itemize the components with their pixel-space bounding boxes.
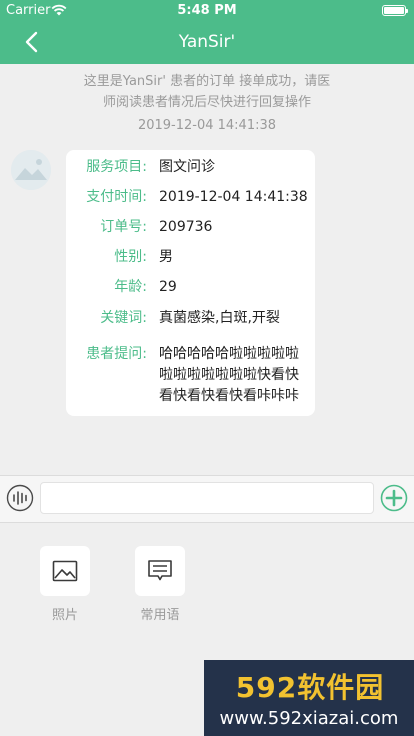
photo-tile[interactable]	[40, 546, 90, 596]
keywords-value: 真菌感染,白斑,开裂	[159, 310, 280, 326]
system-notice: 这里是YanSir' 患者的订单 接单成功，请医 师阅读患者情况后尽快进行回复操…	[60, 71, 354, 136]
message-icon	[148, 560, 172, 581]
photo-icon	[52, 560, 78, 582]
watermark: 592软件园 www.592xiazai.com	[204, 660, 414, 736]
pay-time-value: 2019-12-04 14:41:38	[159, 189, 308, 205]
common-phrases-tile[interactable]	[135, 546, 185, 596]
notice-line-2: 师阅读患者情况后尽快进行回复操作	[102, 95, 311, 110]
common-phrases-label: 常用语	[140, 608, 180, 623]
gender-value: 男	[159, 249, 173, 265]
avatar-placeholder-icon	[11, 150, 51, 190]
service-value: 图文问诊	[159, 159, 215, 175]
voice-icon[interactable]	[6, 484, 34, 512]
avatar[interactable]	[11, 150, 51, 190]
question-value: 哈哈哈哈哈啦啦啦啦啦啦啦啦啦啦啦啦快看快看快看快看快看咔咔咔	[159, 346, 299, 404]
order-no-value: 209736	[159, 219, 213, 235]
order-card: 服务项目: 图文问诊 支付时间: 2019-12-04 14:41:38 订单号…	[66, 150, 315, 416]
notice-time: 2019-12-04 14:41:38	[137, 118, 277, 133]
common-phrases-button[interactable]: 常用语	[135, 546, 185, 623]
age-label: 年龄:	[114, 279, 147, 295]
status-time: 5:48 PM	[177, 3, 237, 18]
gender-label: 性别:	[114, 249, 147, 265]
age-value: 29	[159, 279, 177, 295]
battery-icon	[382, 5, 408, 16]
photo-label: 照片	[51, 608, 78, 623]
message-input[interactable]	[40, 482, 374, 514]
watermark-url: www.592xiazai.com	[219, 708, 399, 729]
watermark-brand: 592软件园	[235, 671, 385, 704]
input-bar	[0, 475, 414, 523]
page-title: YanSir'	[178, 32, 236, 52]
photo-button[interactable]: 照片	[40, 546, 90, 623]
plus-icon[interactable]	[380, 484, 408, 512]
pay-time-label: 支付时间:	[86, 189, 147, 205]
service-label: 服务项目:	[86, 159, 147, 175]
question-label: 患者提问:	[86, 346, 147, 362]
status-bar: Carrier 5:48 PM	[0, 0, 414, 22]
notice-line-1: 这里是YanSir' 患者的订单 接单成功，请医	[83, 74, 331, 89]
order-no-label: 订单号:	[100, 219, 147, 235]
keywords-label: 关键词:	[100, 310, 147, 326]
nav-header: Carrier 5:48 PM YanSir'	[0, 0, 414, 64]
